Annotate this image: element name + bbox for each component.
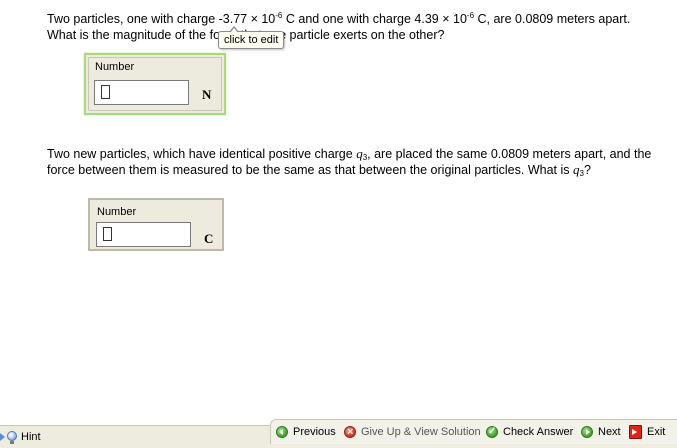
cancel-icon (344, 420, 356, 444)
text-cursor-icon (101, 85, 110, 99)
give-up-label: Give Up & View Solution (361, 426, 481, 438)
navigation-toolbar: Previous Give Up & View Solution Check A… (270, 419, 677, 444)
answer-1-unit: N (202, 87, 212, 102)
expand-arrow-icon (0, 433, 5, 441)
answer-1-label: Number (95, 61, 135, 73)
lightbulb-icon (7, 431, 17, 444)
q1-text-part: C and one with charge 4.39 × 10 (282, 12, 467, 26)
hint-label: Hint (21, 431, 41, 443)
question-2-text: Two new particles, which have identical … (47, 146, 657, 178)
answer-2-unit: C (204, 231, 214, 246)
exit-label: Exit (647, 426, 666, 438)
answer-1-input[interactable] (94, 80, 189, 105)
answer-2-label: Number (97, 206, 137, 218)
answer-2-input[interactable] (96, 222, 191, 247)
forward-arrow-icon (581, 426, 593, 438)
text-cursor-icon (103, 227, 112, 241)
check-answer-label: Check Answer (503, 426, 574, 438)
q2-text-part: Two new particles, which have identical … (47, 147, 357, 161)
answer-2-box[interactable]: Number C (88, 198, 224, 251)
click-to-edit-tooltip: click to edit (218, 26, 285, 49)
q1-text-part: C, are 0.0809 meters apart. (474, 12, 631, 26)
q2-text-part: ? (583, 163, 591, 177)
back-arrow-icon (276, 426, 288, 438)
checkmark-icon (486, 420, 498, 444)
answer-1-box[interactable]: Number N (84, 53, 226, 115)
question-1-text: Two particles, one with charge -3.77 × 1… (47, 11, 657, 43)
previous-label: Previous (293, 426, 336, 438)
q1-text-part: Two particles, one with charge -3.77 × 1… (47, 12, 276, 26)
q1-exponent-2: -6 (466, 11, 475, 20)
exit-icon (629, 425, 642, 439)
next-label: Next (598, 426, 621, 438)
